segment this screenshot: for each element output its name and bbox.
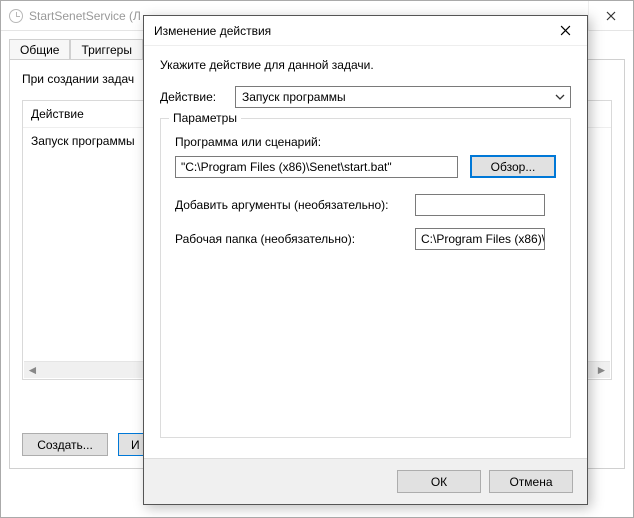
workdir-label: Рабочая папка (необязательно): [175,232,405,246]
args-input[interactable] [415,194,545,216]
scroll-right-icon[interactable]: ► [593,363,610,378]
scroll-left-icon[interactable]: ◄ [24,363,41,378]
tab-general-label: Общие [20,43,59,57]
program-line: "C:\Program Files (x86)\Senet\start.bat"… [175,155,556,178]
args-label: Добавить аргументы (необязательно): [175,198,405,212]
cancel-button-label: Отмена [509,475,552,489]
ok-button[interactable]: ОК [397,470,481,493]
workdir-input[interactable]: C:\Program Files (x86)\W [415,228,545,250]
program-input[interactable]: "C:\Program Files (x86)\Senet\start.bat" [175,156,458,178]
tab-triggers[interactable]: Триггеры [70,39,143,60]
action-row: Действие: Запуск программы [160,86,571,108]
browse-button[interactable]: Обзор... [470,155,556,178]
back-window-title: StartSenetService (Л [29,9,141,23]
cancel-button[interactable]: Отмена [489,470,573,493]
back-close-button[interactable] [588,1,633,31]
args-row: Добавить аргументы (необязательно): [175,194,556,216]
modal-title: Изменение действия [154,24,545,38]
modal-close-button[interactable] [545,17,585,45]
workdir-input-value: C:\Program Files (x86)\W [421,232,545,246]
close-icon [560,25,571,36]
action-combobox-value: Запуск программы [242,90,346,104]
instruction-text: Укажите действие для данной задачи. [160,58,571,72]
create-button-label: Создать... [37,438,93,452]
action-combobox[interactable]: Запуск программы [235,86,571,108]
task-icon [9,9,23,23]
create-button[interactable]: Создать... [22,433,108,456]
action-label: Действие: [160,90,235,104]
program-label: Программа или сценарий: [175,135,556,149]
tab-triggers-label: Триггеры [81,43,132,57]
modal-footer: ОК Отмена [144,458,587,504]
workdir-row: Рабочая папка (необязательно): C:\Progra… [175,228,556,250]
browse-button-label: Обзор... [491,160,536,174]
close-icon [606,11,616,21]
modal-titlebar: Изменение действия [144,16,587,46]
edit-action-dialog: Изменение действия Укажите действие для … [143,15,588,505]
col-action: Действие [31,107,84,121]
modal-body: Укажите действие для данной задачи. Дейс… [144,46,587,458]
tab-general[interactable]: Общие [9,39,70,60]
row-action-value: Запуск программы [31,134,135,148]
parameters-legend: Параметры [169,111,241,125]
parameters-group: Параметры Программа или сценарий: "C:\Pr… [160,118,571,438]
program-input-value: "C:\Program Files (x86)\Senet\start.bat" [181,160,392,174]
ok-button-label: ОК [431,475,447,489]
edit-button-label: И [131,438,140,452]
chevron-down-icon [554,91,566,103]
back-button-row: Создать... И [22,433,153,456]
